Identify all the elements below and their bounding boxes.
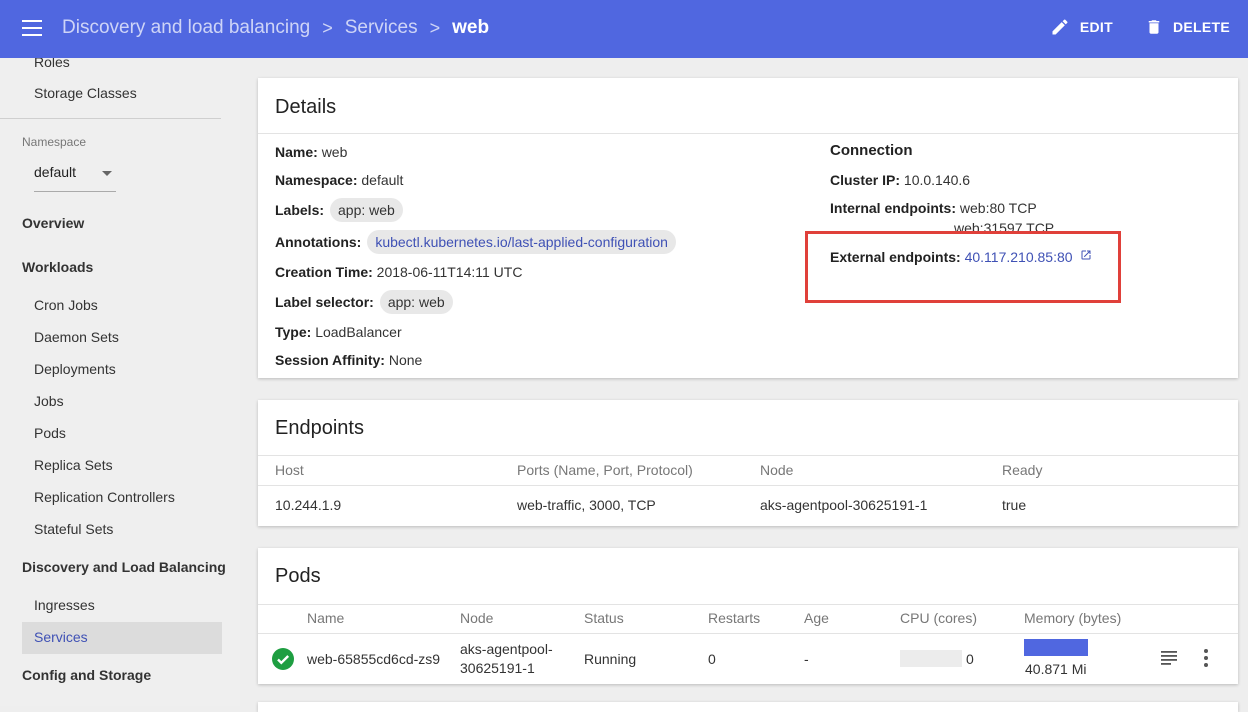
label-chip: app: web bbox=[330, 198, 403, 222]
external-endpoint-link[interactable]: 40.117.210.85:80 bbox=[965, 249, 1073, 265]
table-row: web-65855cd6cd-zs9 aks-agentpool- 306251… bbox=[258, 634, 1238, 684]
sidebar-item-storage-classes[interactable]: Storage Classes bbox=[34, 85, 137, 101]
sidebar-item-daemon-sets[interactable]: Daemon Sets bbox=[34, 329, 119, 345]
endpoint-ports: web-traffic, 3000, TCP bbox=[517, 497, 656, 513]
sidebar-item-discovery[interactable]: Discovery and Load Balancing bbox=[22, 559, 226, 575]
external-endpoints-highlight: External endpoints: 40.117.210.85:80 bbox=[805, 231, 1121, 303]
pod-name-link[interactable]: web-65855cd6cd-zs9 bbox=[307, 651, 445, 667]
pod-age: - bbox=[804, 651, 809, 667]
detail-external-endpoints: External endpoints: 40.117.210.85:80 bbox=[830, 249, 1092, 265]
memory-sparkline bbox=[1024, 639, 1088, 656]
col-pod-restarts: Restarts bbox=[708, 610, 761, 626]
sidebar-item-deployments[interactable]: Deployments bbox=[34, 361, 116, 377]
detail-type: Type: LoadBalancer bbox=[275, 324, 402, 340]
sidebar: Roles Storage Classes Namespace default … bbox=[0, 58, 240, 706]
sidebar-divider bbox=[0, 118, 221, 119]
col-pod-status: Status bbox=[584, 610, 624, 626]
delete-label: DELETE bbox=[1172, 19, 1230, 35]
pencil-icon bbox=[1052, 19, 1068, 35]
breadcrumb-discovery[interactable]: Discovery and load balancing bbox=[62, 17, 310, 39]
endpoints-title: Endpoints bbox=[275, 417, 364, 439]
connection-title: Connection bbox=[830, 142, 913, 159]
pods-divider bbox=[258, 604, 1238, 605]
sidebar-item-overview[interactable]: Overview bbox=[22, 215, 84, 231]
sidebar-item-workloads[interactable]: Workloads bbox=[22, 259, 93, 275]
namespace-value: default bbox=[34, 164, 77, 180]
sidebar-item-jobs[interactable]: Jobs bbox=[34, 393, 64, 409]
annotation-chip[interactable]: kubectl.kubernetes.io/last-applied-confi… bbox=[367, 230, 676, 254]
open-in-new-icon[interactable] bbox=[1080, 249, 1092, 261]
logs-icon[interactable] bbox=[1160, 648, 1178, 671]
details-card: Details Name: web Namespace: default Lab… bbox=[258, 78, 1238, 378]
sidebar-item-services[interactable]: Services bbox=[34, 629, 88, 645]
trash-icon bbox=[1148, 20, 1160, 34]
pod-status: Running bbox=[584, 651, 637, 667]
detail-namespace: Namespace: default bbox=[275, 172, 404, 188]
col-node: Node bbox=[760, 462, 794, 478]
endpoints-divider bbox=[258, 455, 1238, 456]
breadcrumb-services[interactable]: Services bbox=[345, 17, 418, 39]
detail-internal-endpoints: Internal endpoints: web:80 TCP bbox=[830, 200, 1037, 216]
namespace-label: Namespace bbox=[22, 135, 87, 149]
sidebar-item-stateful-sets[interactable]: Stateful Sets bbox=[34, 521, 113, 537]
pods-title: Pods bbox=[275, 565, 321, 587]
pod-node-line1: aks-agentpool- bbox=[460, 641, 553, 657]
chevron-right-icon: > bbox=[322, 17, 333, 38]
pod-memory: 40.871 Mi bbox=[1025, 661, 1087, 677]
detail-cluster-ip: Cluster IP: 10.0.140.6 bbox=[830, 172, 971, 188]
check-circle-icon bbox=[272, 648, 294, 670]
namespace-select[interactable]: default bbox=[34, 164, 116, 192]
cpu-sparkline bbox=[900, 650, 962, 667]
menu-icon[interactable] bbox=[22, 20, 42, 36]
col-host: Host bbox=[275, 462, 304, 478]
sidebar-item-replication-controllers[interactable]: Replication Controllers bbox=[34, 489, 175, 505]
endpoints-card: Endpoints Host Ports (Name, Port, Protoc… bbox=[258, 400, 1238, 526]
sidebar-item-cron-jobs[interactable]: Cron Jobs bbox=[34, 297, 98, 313]
delete-button[interactable]: DELETE bbox=[1145, 17, 1230, 37]
sidebar-item-replica-sets[interactable]: Replica Sets bbox=[34, 457, 113, 473]
col-pod-node: Node bbox=[460, 610, 494, 626]
detail-name: Name: web bbox=[275, 144, 348, 160]
pod-node-line2: 30625191-1 bbox=[460, 660, 535, 676]
sidebar-item-roles[interactable]: Roles bbox=[34, 58, 70, 70]
top-actions: EDIT DELETE bbox=[1018, 17, 1230, 37]
next-card-edge bbox=[258, 702, 1238, 712]
col-pod-cpu: CPU (cores) bbox=[900, 610, 978, 626]
endpoint-host: 10.244.1.9 bbox=[275, 497, 342, 513]
chevron-right-icon: > bbox=[429, 17, 441, 38]
top-app-bar: Discovery and load balancing > Services … bbox=[0, 0, 1248, 58]
detail-label-selector: Label selector: app: web bbox=[275, 290, 453, 314]
col-ports: Ports (Name, Port, Protocol) bbox=[517, 462, 693, 478]
more-vert-icon[interactable] bbox=[1202, 648, 1210, 673]
detail-annotations: Annotations: kubectl.kubernetes.io/last-a… bbox=[275, 230, 676, 254]
selector-chip: app: web bbox=[379, 290, 453, 314]
col-pod-name: Name bbox=[307, 610, 345, 626]
col-pod-age: Age bbox=[804, 610, 829, 626]
detail-session-affinity: Session Affinity: None bbox=[275, 352, 423, 368]
pod-cpu: 0 bbox=[966, 651, 974, 667]
details-title: Details bbox=[275, 96, 337, 118]
caret-down-icon bbox=[102, 171, 112, 176]
endpoint-ready: true bbox=[1002, 497, 1027, 513]
detail-creation-time: Creation Time: 2018-06-11T14:11 UTC bbox=[275, 264, 523, 280]
pods-card: Pods Name Node Status Restarts Age CPU (… bbox=[258, 548, 1238, 684]
detail-labels: Labels: app: web bbox=[275, 198, 403, 222]
endpoints-header-divider bbox=[258, 485, 1238, 486]
edit-label: EDIT bbox=[1079, 19, 1113, 35]
col-ready: Ready bbox=[1002, 462, 1043, 478]
edit-button[interactable]: EDIT bbox=[1050, 17, 1113, 37]
endpoint-node: aks-agentpool-30625191-1 bbox=[760, 497, 928, 513]
sidebar-item-pods[interactable]: Pods bbox=[34, 425, 66, 441]
sidebar-item-config-storage[interactable]: Config and Storage bbox=[22, 667, 151, 683]
details-divider bbox=[258, 133, 1238, 134]
breadcrumb-current: web bbox=[452, 17, 490, 38]
pod-restarts: 0 bbox=[708, 651, 716, 667]
col-pod-memory: Memory (bytes) bbox=[1024, 610, 1122, 626]
sidebar-item-ingresses[interactable]: Ingresses bbox=[34, 597, 95, 613]
breadcrumb: Discovery and load balancing > Services … bbox=[62, 17, 489, 39]
